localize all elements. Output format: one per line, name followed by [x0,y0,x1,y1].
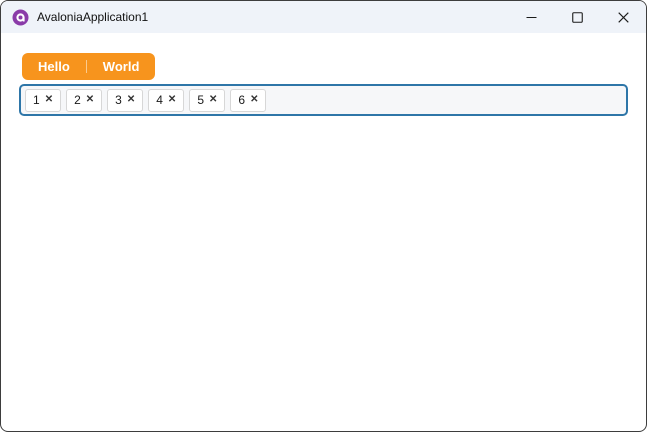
maximize-icon [571,11,583,23]
chip-remove-icon[interactable]: ✕ [250,95,258,105]
chip-5[interactable]: 5 ✕ [189,88,226,112]
chip-input-box[interactable]: 1 ✕ 2 ✕ 3 ✕ 4 ✕ 5 ✕ 6 ✕ [19,84,628,116]
chip-label: 6 [238,93,246,107]
chip-label: 4 [156,93,163,107]
caption-buttons [508,1,646,33]
chip-4[interactable]: 4 ✕ [148,88,185,112]
chip-1[interactable]: 1 ✕ [25,88,62,112]
chip-label: 2 [74,93,81,107]
chip-6[interactable]: 6 ✕ [230,88,267,112]
chip-2[interactable]: 2 ✕ [66,88,103,112]
close-icon [617,11,629,23]
minimize-icon [526,16,536,18]
chip-label: 5 [197,93,204,107]
chip-3[interactable]: 3 ✕ [107,88,144,112]
chip-remove-icon[interactable]: ✕ [209,95,217,105]
chip-remove-icon[interactable]: ✕ [127,95,135,105]
tab-strip: Hello World [22,53,156,80]
window-content: Hello World 1 ✕ 2 ✕ 3 ✕ 4 ✕ 5 ✕ 6 ✕ [1,33,646,116]
chip-label: 1 [33,93,40,107]
window-title: AvaloniaApplication1 [37,10,149,24]
tab-world[interactable]: World [87,53,156,80]
avalonia-logo-icon [12,9,29,25]
maximize-button[interactable] [554,1,600,33]
title-bar[interactable]: AvaloniaApplication1 [1,1,646,33]
close-button[interactable] [600,1,646,33]
chip-remove-icon[interactable]: ✕ [86,95,94,105]
app-window: AvaloniaApplication1 Hello World 1 ✕ 2 ✕… [0,0,647,432]
chip-remove-icon[interactable]: ✕ [45,95,53,105]
chip-remove-icon[interactable]: ✕ [168,95,176,105]
tab-hello[interactable]: Hello [22,53,86,80]
chip-label: 3 [115,93,122,107]
minimize-button[interactable] [508,1,554,33]
